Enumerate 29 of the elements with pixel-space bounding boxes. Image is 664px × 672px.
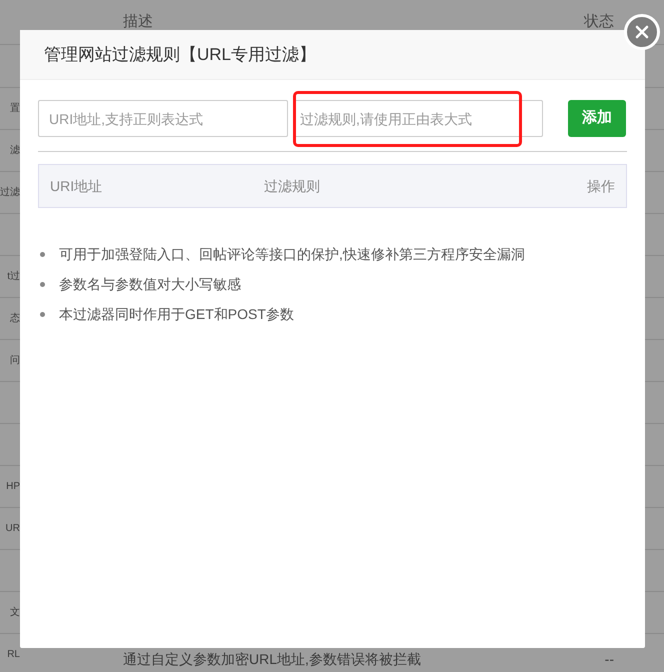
table-cell-text: t过: [7, 270, 20, 284]
rule-field[interactable]: 过滤规则,请使用正由表大式: [293, 100, 543, 137]
table-cell: 通过自定义参数加密URL地址,参数错误将被拦截: [123, 651, 421, 667]
column-header: URI地址: [50, 176, 104, 196]
table-cell: --: [604, 651, 614, 667]
column-header: 操作: [587, 176, 615, 196]
table-cell-text: 态: [10, 312, 20, 326]
table-cell-text: 问: [10, 354, 20, 368]
table-cell-text: 滤: [10, 144, 20, 158]
note-text: 本过滤器同时作用于GET和POST参数: [59, 304, 294, 324]
bullet-icon: [40, 252, 45, 256]
table-cell-text: UR: [6, 522, 20, 536]
table-cell-text: 过滤: [0, 186, 20, 200]
note-text: 参数名与参数值对大小写敏感: [59, 274, 241, 294]
dialog-title: 管理网站过滤规则【URL专用过滤】: [44, 44, 316, 66]
column-header: 描述: [123, 12, 153, 32]
table-cell-text: 置: [10, 102, 20, 116]
table-cell-text: RL: [7, 648, 20, 662]
close-button[interactable]: [624, 14, 660, 50]
close-icon: [635, 25, 649, 39]
column-header: 状态: [584, 12, 614, 32]
note-text: 可用于加强登陆入口、回帖评论等接口的保护,快速修补第三方程序安全漏洞: [59, 244, 525, 264]
bullet-icon: [40, 312, 45, 316]
table-cell-text: 文: [10, 606, 20, 620]
uri-field[interactable]: URI地址,支持正则表达式: [38, 100, 288, 137]
add-button[interactable]: 添加: [568, 100, 626, 137]
table-cell-text: HP: [6, 480, 20, 494]
column-header: 过滤规则: [264, 176, 320, 196]
bullet-icon: [40, 282, 45, 286]
